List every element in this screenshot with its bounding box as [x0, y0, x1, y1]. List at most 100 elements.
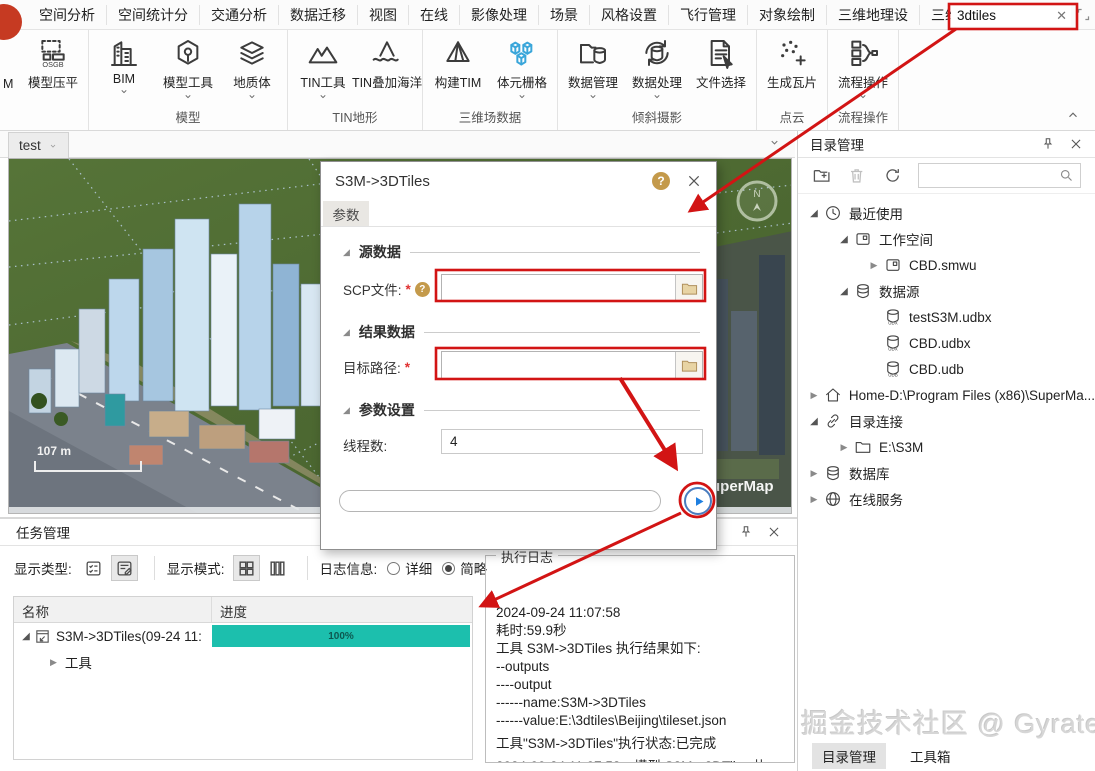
svg-text:UDB: UDB [888, 373, 898, 378]
pin-icon[interactable] [739, 525, 753, 539]
close-icon[interactable] [1069, 137, 1083, 151]
display-mode-grid-button[interactable] [233, 555, 260, 581]
ribbon-group-label [3, 109, 85, 130]
tree-item[interactable]: UDXtestS3M.udbx [798, 304, 1095, 330]
expander-open-icon[interactable]: ◢ [18, 631, 34, 642]
delete-icon[interactable] [847, 165, 866, 186]
tree-item[interactable]: ▶CBD.smwu [798, 252, 1095, 278]
expander-open-icon[interactable]: ◢ [836, 234, 852, 245]
browse-button[interactable] [675, 275, 702, 301]
field-help-icon[interactable]: ? [415, 282, 430, 297]
btn-tin-tools[interactable]: TIN工具 [291, 30, 355, 109]
task-table: 名称 进度 ◢ S3M->3DTiles(09-24 11: 100% ▶ 工具 [13, 596, 473, 760]
section-source-data[interactable]: ◢ 源数据 [343, 242, 700, 262]
section-parameter-settings[interactable]: ◢ 参数设置 [343, 400, 700, 420]
tree-item[interactable]: ◢目录连接 [798, 408, 1095, 434]
execute-button[interactable] [684, 487, 712, 515]
target-path-input[interactable] [441, 351, 703, 379]
pin-icon[interactable] [1041, 137, 1055, 151]
tab-test[interactable]: test [8, 132, 69, 158]
btn-model-flatten[interactable]: OSGB模型压平 [21, 30, 85, 109]
compass-widget[interactable]: N [738, 182, 776, 220]
menu-item-0[interactable]: 空间分析 [28, 5, 107, 25]
btn-geology[interactable]: 地质体 [220, 30, 284, 109]
new-connection-icon[interactable] [812, 165, 831, 186]
collapse-ribbon-icon[interactable] [1065, 108, 1081, 122]
tree-item-label: CBD.udb [909, 362, 964, 377]
scp-file-input[interactable] [441, 274, 703, 302]
chevron-down-icon [587, 92, 599, 101]
tree-item[interactable]: ▶Home-D:\Program Files (x86)\SuperMa... [798, 382, 1095, 408]
app-window: 空间分析空间统计分交通分析数据迁移视图在线影像处理场景风格设置飞行管理对象绘制三… [0, 0, 1095, 771]
menu-item-1[interactable]: 空间统计分 [107, 5, 200, 25]
display-type-list-button[interactable] [111, 555, 138, 581]
menu-item-9[interactable]: 飞行管理 [669, 5, 748, 25]
menu-item-5[interactable]: 在线 [409, 5, 460, 25]
tree-item[interactable]: UDXCBD.udbx [798, 330, 1095, 356]
tree-item[interactable]: ▶数据库 [798, 460, 1095, 486]
expander-closed-icon[interactable]: ▶ [836, 442, 852, 453]
btn-tin-ocean[interactable]: TIN叠加海洋 [355, 30, 419, 109]
expander-closed-icon[interactable]: ▶ [806, 390, 822, 401]
tree-item[interactable]: ◢最近使用 [798, 200, 1095, 226]
display-mode-columns-button[interactable] [264, 555, 291, 581]
panel-tab-0[interactable]: 目录管理 [812, 743, 886, 769]
task-manager-panel: 任务管理 显示类型: 显示模式: [0, 517, 797, 771]
tab-parameters[interactable]: 参数 [323, 201, 369, 226]
expander-open-icon[interactable]: ◢ [806, 416, 822, 427]
menu-item-3[interactable]: 数据迁移 [279, 5, 358, 25]
btn-model-tools[interactable]: 模型工具 [156, 30, 220, 109]
tree-item[interactable]: ◢工作空间 [798, 226, 1095, 252]
btn-build-tim[interactable]: 构建TIM [426, 30, 490, 109]
btn-bim[interactable]: BIM [92, 30, 156, 109]
btn-voxel-grid[interactable]: 体元栅格 [490, 30, 554, 109]
tree-item[interactable]: ◢数据源 [798, 278, 1095, 304]
clear-search-icon[interactable]: ✕ [1056, 8, 1067, 24]
table-row-child[interactable]: ▶ 工具 [14, 649, 472, 675]
ribbon-search-input[interactable]: 3dtiles ✕ [951, 5, 1071, 26]
expander-open-icon[interactable]: ◢ [836, 286, 852, 297]
btn-partial-m[interactable]: M [3, 30, 21, 109]
thread-count-input[interactable]: 4 [441, 429, 703, 454]
col-name-header[interactable]: 名称 [14, 597, 212, 622]
col-progress-header[interactable]: 进度 [212, 597, 255, 622]
btn-file-select[interactable]: 文件选择 [689, 30, 753, 109]
chevron-down-icon [246, 92, 258, 101]
help-icon[interactable]: ? [652, 172, 670, 190]
menu-item-7[interactable]: 场景 [539, 5, 590, 25]
close-icon[interactable] [686, 173, 702, 189]
display-type-card-button[interactable] [80, 555, 107, 581]
table-row[interactable]: ◢ S3M->3DTiles(09-24 11: 100% [14, 623, 472, 649]
btn-data-manage[interactable]: 数据管理 [561, 30, 625, 109]
expander-open-icon[interactable]: ◢ [806, 208, 822, 219]
radio-brief[interactable] [442, 562, 455, 575]
btn-data-process[interactable]: 数据处理 [625, 30, 689, 109]
browse-button[interactable] [675, 352, 702, 378]
expander-closed-icon[interactable]: ▶ [806, 494, 822, 505]
catalog-search-input[interactable] [918, 163, 1081, 188]
menu-item-10[interactable]: 对象绘制 [748, 5, 827, 25]
tree-item[interactable]: ▶E:\S3M [798, 434, 1095, 460]
menu-item-4[interactable]: 视图 [358, 5, 409, 25]
menu-item-11[interactable]: 三维地理设 [827, 5, 920, 25]
tree-item[interactable]: ▶在线服务 [798, 486, 1095, 512]
execution-log-lines[interactable]: 2024-09-24 11:07:58耗时:59.9秒工具 S3M->3DTil… [486, 556, 794, 762]
expander-closed-icon[interactable]: ▶ [806, 468, 822, 479]
expand-search-icon[interactable] [1076, 7, 1091, 22]
tab-list-chevron-icon[interactable] [768, 137, 781, 148]
panel-tab-1[interactable]: 工具箱 [900, 743, 961, 769]
doc-select-icon [705, 37, 737, 69]
refresh-icon[interactable] [883, 165, 902, 186]
radio-detail[interactable] [387, 562, 400, 575]
close-icon[interactable] [767, 525, 781, 539]
menu-item-6[interactable]: 影像处理 [460, 5, 539, 25]
section-result-data[interactable]: ◢ 结果数据 [343, 322, 700, 342]
btn-flow-op[interactable]: 流程操作 [831, 30, 895, 109]
expander-closed-icon[interactable]: ▶ [866, 260, 882, 271]
tree-item-label: CBD.udbx [909, 336, 971, 351]
expander-closed-icon[interactable]: ▶ [50, 657, 57, 668]
menu-item-2[interactable]: 交通分析 [200, 5, 279, 25]
tree-item[interactable]: UDB CBD.udb [798, 356, 1095, 382]
menu-item-8[interactable]: 风格设置 [590, 5, 669, 25]
btn-gen-tiles[interactable]: 生成瓦片 [760, 30, 824, 109]
